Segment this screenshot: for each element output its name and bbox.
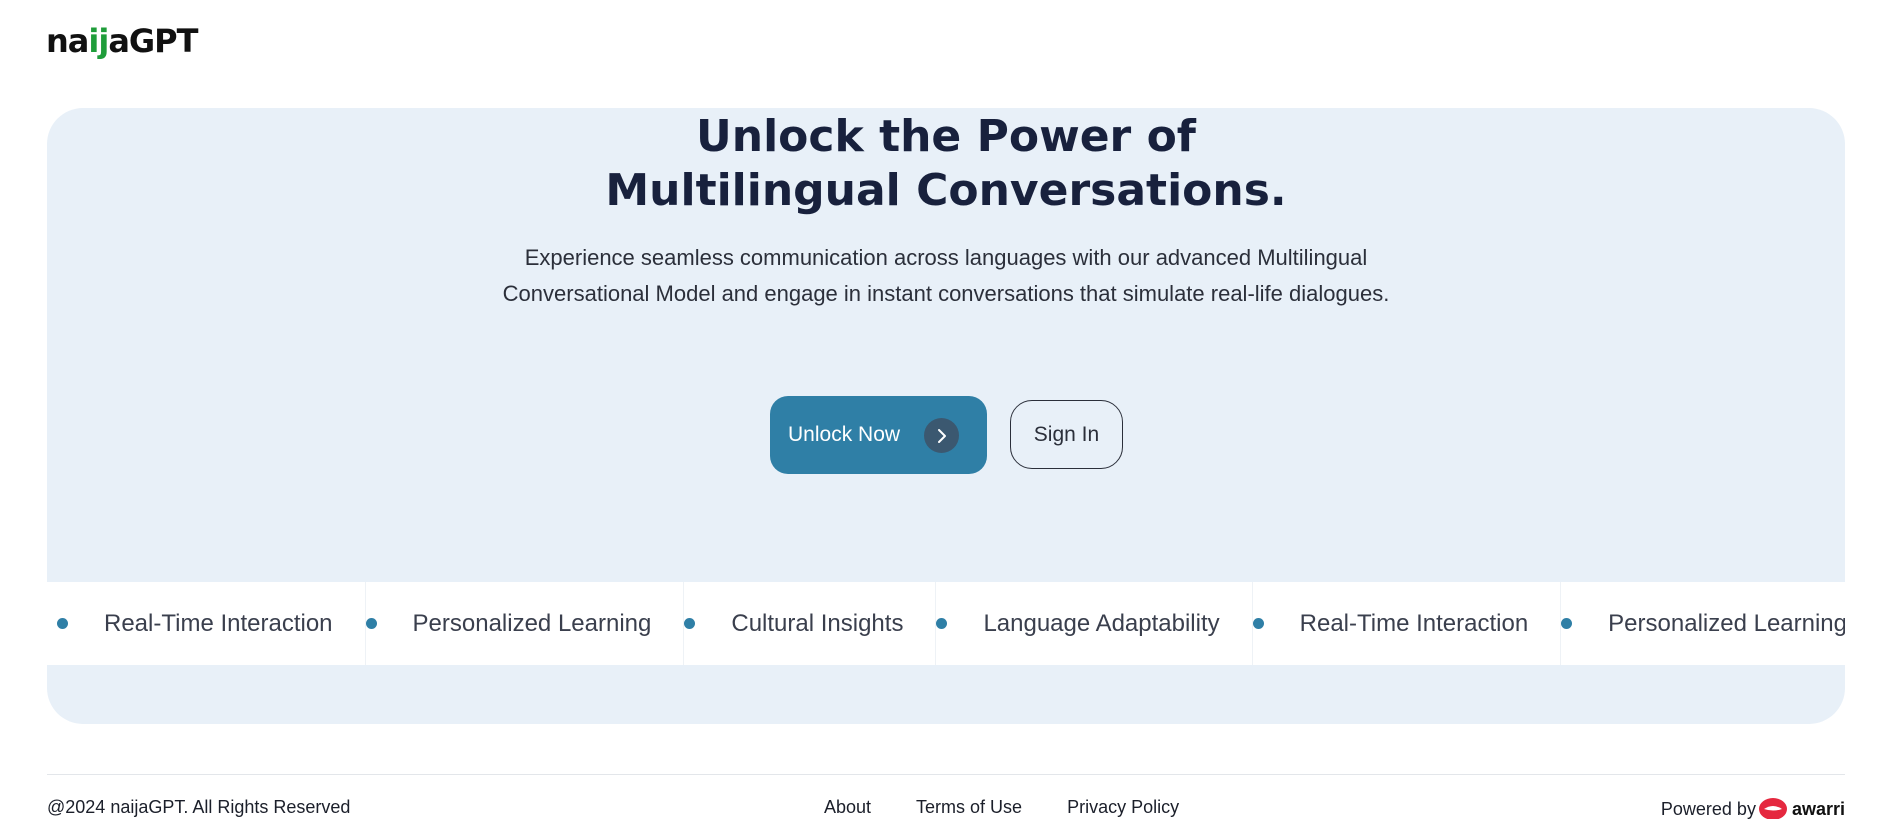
bullet-dot-icon	[684, 618, 696, 629]
marquee-item: Language Adaptability	[936, 582, 1253, 665]
logo-text-highlight: ij	[88, 22, 109, 60]
marquee-item-label: Real-Time Interaction	[68, 582, 366, 665]
bullet-dot-icon	[1252, 618, 1264, 629]
unlock-now-button[interactable]: Unlock Now	[770, 396, 987, 474]
bullet-dot-icon	[57, 618, 68, 629]
bullet-dot-icon	[365, 618, 377, 629]
logo-text-end: aGPT	[108, 22, 198, 60]
naijagpt-logo[interactable]: naijaGPT	[46, 22, 198, 60]
hero-title-line-1: Unlock the Power of	[696, 111, 1196, 162]
footer-nav: About Terms of Use Privacy Policy	[824, 797, 1179, 818]
logo-text-start: na	[46, 22, 89, 60]
copyright-text: @2024 naijaGPT. All Rights Reserved	[47, 797, 351, 817]
marquee-item-label: Cultural Insights	[695, 582, 937, 665]
marquee-item-label: Real-Time Interaction	[1264, 582, 1562, 665]
powered-by-label: Powered by	[1660, 798, 1756, 819]
marquee-item: Cultural Insights	[684, 582, 937, 665]
powered-by[interactable]: Powered by awarri	[1661, 797, 1845, 819]
marquee-item: Personalized Learning	[365, 582, 685, 665]
marquee-item: Real-Time Interaction	[57, 582, 366, 665]
features-marquee: Real-Time Interaction Personalized Learn…	[47, 582, 1845, 665]
marquee-item: Personalized Learning	[1561, 582, 1845, 665]
marquee-item-label: Language Adaptability	[947, 582, 1253, 665]
bullet-dot-icon	[1561, 618, 1573, 629]
hero-title-line-2: Multilingual Conversations.	[605, 165, 1287, 216]
sign-in-button[interactable]: Sign In	[1010, 400, 1123, 469]
awarri-brand-name: awarri	[1791, 798, 1845, 819]
hero-title: Unlock the Power of Multilingual Convers…	[47, 110, 1845, 218]
unlock-now-label: Unlock Now	[788, 423, 901, 446]
footer-divider	[47, 774, 1845, 775]
chevron-right-icon	[924, 418, 959, 453]
marquee-item-label: Personalized Learning	[377, 582, 685, 665]
hero-section: Unlock the Power of Multilingual Convers…	[47, 108, 1845, 724]
footer-link-about[interactable]: About	[824, 797, 871, 818]
marquee-item-label: Personalized Learning	[1572, 582, 1845, 665]
sign-in-label: Sign In	[1033, 422, 1100, 446]
awarri-lips-icon	[1758, 798, 1787, 819]
marquee-item: Real-Time Interaction	[1252, 582, 1562, 665]
bullet-dot-icon	[936, 618, 948, 629]
footer-link-privacy[interactable]: Privacy Policy	[1067, 797, 1179, 818]
footer-link-terms[interactable]: Terms of Use	[916, 797, 1022, 818]
footer: @2024 naijaGPT. All Rights Reserved Abou…	[47, 797, 1845, 819]
hero-subtitle: Experience seamless communication across…	[502, 245, 1390, 306]
